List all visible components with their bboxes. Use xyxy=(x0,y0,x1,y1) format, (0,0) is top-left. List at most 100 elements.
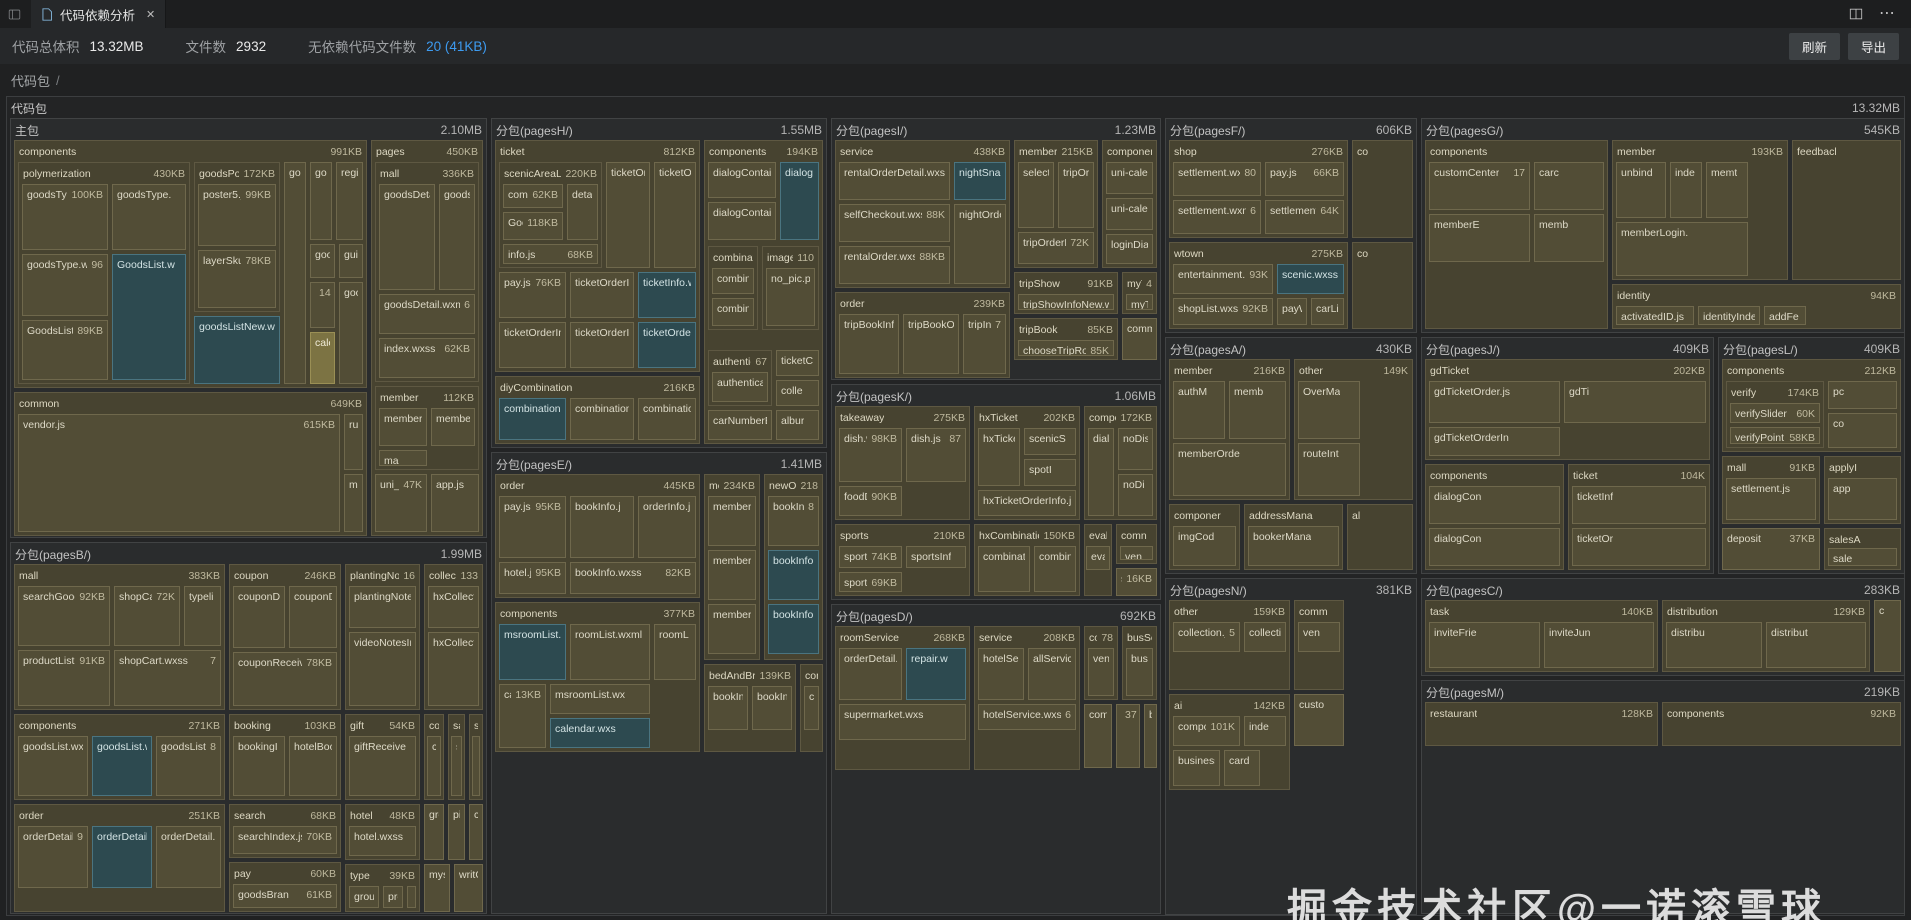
treemap-cell[interactable]: goodsType.js100KB xyxy=(22,184,108,250)
treemap-cell[interactable]: goods xyxy=(310,162,332,240)
treemap-cell[interactable]: combination xyxy=(978,546,1030,592)
treemap-cell[interactable]: memb xyxy=(1229,381,1286,439)
treemap-cell[interactable]: gdTicketOrderIn xyxy=(1429,427,1560,456)
treemap-cell[interactable]: giftReceive xyxy=(349,736,416,796)
treemap-cell[interactable]: plantingNotes xyxy=(349,586,416,628)
treemap-cell[interactable]: goods xyxy=(284,162,306,384)
treemap-cell[interactable]: index.wxss 62KB xyxy=(379,338,475,378)
treemap-cell[interactable]: membe xyxy=(431,408,475,446)
treemap-cell[interactable]: goods xyxy=(439,184,475,290)
treemap-cell[interactable]: combinatio xyxy=(638,398,696,440)
treemap-cell[interactable]: gdTi xyxy=(1564,381,1706,423)
treemap-cell[interactable]: carLicer xyxy=(1311,298,1344,325)
treemap-cell[interactable]: writOf xyxy=(454,864,483,912)
treemap-cell[interactable]: hxTicketOrderInfo.js xyxy=(978,490,1076,516)
treemap-cell[interactable]: pc xyxy=(1828,381,1897,409)
treemap-cell[interactable]: noDi xyxy=(1118,474,1153,516)
treemap-cell[interactable]: tripOrde xyxy=(1058,162,1094,228)
treemap-cell[interactable]: selectRo xyxy=(1018,162,1054,228)
treemap-cell[interactable]: groupBr xyxy=(349,886,379,908)
treemap-cell[interactable]: hxCollectio xyxy=(428,586,479,628)
treemap-cell[interactable]: carc xyxy=(1534,162,1604,210)
treemap-cell[interactable]: carNumberEnter xyxy=(708,410,772,440)
treemap-cell[interactable]: mystery xyxy=(424,864,450,912)
treemap-cell[interactable]: productList.js91KB xyxy=(18,650,110,706)
treemap-cell[interactable]: ma xyxy=(344,474,363,532)
treemap-cell[interactable]: calendar13KB xyxy=(499,684,546,748)
treemap-cell[interactable]: tripBookOr xyxy=(903,314,959,374)
treemap-package[interactable]: feedbacl xyxy=(1792,140,1901,280)
treemap-cell[interactable]: scenicS xyxy=(1024,428,1076,455)
treemap-cell[interactable]: combinati xyxy=(712,268,754,294)
treemap-cell[interactable]: ticketOrc xyxy=(606,162,650,268)
treemap-cell[interactable]: entertainment.wxss93K xyxy=(1173,264,1273,294)
treemap-cell[interactable]: roomL xyxy=(654,624,696,680)
treemap-cell[interactable]: loginDial xyxy=(1106,234,1153,264)
treemap-cell[interactable]: tripShowInfoNew.wxss xyxy=(1018,294,1114,310)
treemap-cell[interactable]: memberOrde xyxy=(1173,443,1286,496)
treemap-cell[interactable]: ticketOrderIn xyxy=(638,322,696,368)
treemap-cell[interactable]: calendar14 xyxy=(310,282,335,328)
treemap-cell[interactable]: inde xyxy=(1244,716,1286,746)
treemap-cell[interactable]: goodsDeta xyxy=(379,184,435,290)
treemap-cell[interactable]: distribu xyxy=(1666,622,1762,668)
treemap-cell[interactable]: combinationFre xyxy=(499,398,566,440)
treemap-cell[interactable]: commo xyxy=(1122,318,1157,360)
treemap-cell[interactable]: roomList.wxml xyxy=(570,624,650,680)
treemap-cell[interactable]: shopList.wxss 92KB xyxy=(1173,298,1273,325)
treemap-cell[interactable]: albur xyxy=(776,410,819,440)
treemap-cell[interactable]: memberCard xyxy=(708,604,756,654)
treemap-package[interactable]: restaurant 128KB xyxy=(1425,702,1658,746)
treemap-cell[interactable]: goodsList.js8 xyxy=(156,736,221,796)
treemap-cell[interactable]: orderDetail.w xyxy=(92,826,152,888)
treemap-cell[interactable]: dialogContaine xyxy=(708,162,776,198)
treemap-cell[interactable]: tripInfo.js7 xyxy=(963,314,1006,374)
treemap-cell[interactable]: ticketInf xyxy=(1572,486,1706,524)
treemap-cell[interactable]: co xyxy=(1828,413,1897,448)
treemap-cell[interactable]: calendar.wxs xyxy=(550,718,650,748)
treemap-cell[interactable]: hxCollectio xyxy=(428,632,479,706)
treemap-cell[interactable]: ticketOrderInf xyxy=(570,322,634,368)
treemap-cell[interactable]: authM xyxy=(1173,381,1225,439)
treemap-cell[interactable]: pick xyxy=(448,804,465,860)
treemap-cell[interactable]: payWay xyxy=(1277,298,1307,325)
treemap-package[interactable]: co xyxy=(1352,140,1413,238)
treemap-cell[interactable]: ven xyxy=(1120,546,1153,560)
treemap-cell[interactable]: memberCard xyxy=(708,550,756,600)
treemap-cell[interactable]: hotelService.wxss 6 xyxy=(978,704,1076,730)
treemap-package[interactable]: components 92KB xyxy=(1662,702,1901,746)
treemap-cell[interactable]: memberE xyxy=(1429,214,1530,262)
treemap-cell[interactable]: combinati xyxy=(712,298,754,326)
treemap-cell[interactable]: deta xyxy=(567,184,598,240)
treemap-cell[interactable]: calendar xyxy=(310,332,335,384)
treemap-cell[interactable]: GoodsList.w xyxy=(112,254,186,380)
treemap-cell[interactable]: hotelServ xyxy=(978,648,1024,700)
treemap-cell[interactable]: msroomList.wx xyxy=(550,684,650,714)
treemap-cell[interactable]: uni-cale xyxy=(1106,198,1153,230)
treemap-cell[interactable]: eva xyxy=(1086,546,1110,570)
treemap-cell[interactable]: business xyxy=(1173,750,1220,786)
treemap-cell[interactable]: tripOrderList.js72K xyxy=(1018,232,1094,264)
treemap-cell[interactable]: goodsList xyxy=(310,244,335,278)
treemap-cell[interactable]: regist xyxy=(336,162,363,240)
treemap-cell[interactable]: pay.js 66KB xyxy=(1265,162,1344,196)
treemap-cell[interactable]: guideLaye xyxy=(339,244,363,278)
treemap-cell[interactable]: sportsOrder.js74KB xyxy=(839,546,902,568)
treemap-cell[interactable]: ticketInfo.wx xyxy=(638,272,696,318)
treemap-cell[interactable]: goodsList xyxy=(339,282,363,384)
treemap-cell[interactable]: collectic xyxy=(1244,622,1286,652)
treemap-cell[interactable]: greenCl xyxy=(424,804,444,860)
treemap-cell[interactable]: memberL xyxy=(379,408,427,446)
treemap-cell[interactable]: combinati xyxy=(1034,546,1076,592)
treemap-cell[interactable]: poster5.js99KB xyxy=(198,184,276,246)
treemap-cell[interactable]: orderInfo.j xyxy=(638,496,696,558)
treemap-cell[interactable]: goodsListNew.w xyxy=(194,316,280,384)
treemap-cell[interactable]: dialogCon xyxy=(1429,486,1560,524)
treemap-cell[interactable]: goodsType. xyxy=(112,184,186,250)
treemap-cell[interactable]: deposit 37KB xyxy=(1722,528,1820,570)
treemap-cell[interactable]: nightOrderLis xyxy=(954,204,1006,284)
treemap-cell[interactable]: combinationFr xyxy=(570,398,634,440)
treemap-cell[interactable]: hotel.wxss xyxy=(349,826,416,856)
treemap-cell[interactable]: addFe xyxy=(1764,306,1806,325)
treemap-cell[interactable]: gdTicketOrder.js xyxy=(1429,381,1560,423)
